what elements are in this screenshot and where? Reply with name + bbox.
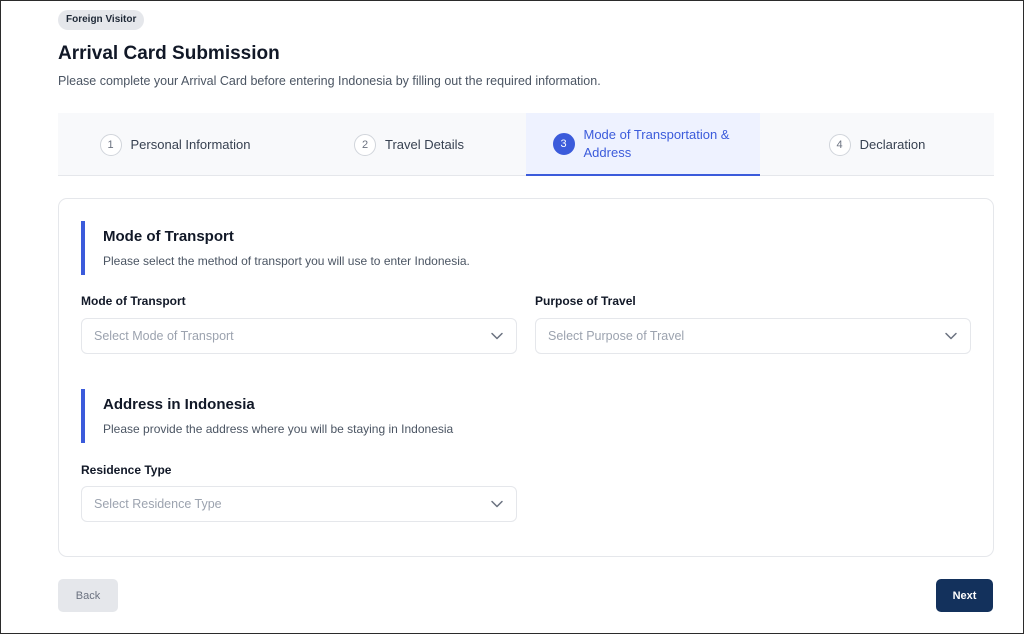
- step-personal-information[interactable]: 1 Personal Information: [58, 113, 292, 176]
- section-title: Address in Indonesia: [103, 396, 255, 413]
- section-description: Please provide the address where you wil…: [103, 422, 454, 436]
- step-declaration[interactable]: 4 Declaration: [760, 113, 994, 176]
- purpose-of-travel-select[interactable]: Select Purpose of Travel: [535, 318, 971, 354]
- next-button[interactable]: Next: [936, 579, 993, 612]
- page-subtitle: Please complete your Arrival Card before…: [58, 74, 601, 88]
- mode-of-transport-label: Mode of Transport: [81, 294, 186, 308]
- step-label: Travel Details: [385, 137, 464, 152]
- section-description: Please select the method of transport yo…: [103, 254, 470, 268]
- step-label: Personal Information: [130, 137, 251, 152]
- visitor-type-badge: Foreign Visitor: [58, 10, 145, 30]
- chevron-down-icon: [490, 497, 504, 511]
- app-window: Foreign Visitor Arrival Card Submission …: [0, 0, 1024, 634]
- purpose-of-travel-label: Purpose of Travel: [535, 294, 636, 308]
- step-label: Declaration: [859, 137, 926, 152]
- residence-type-select[interactable]: Select Residence Type: [81, 486, 517, 522]
- select-placeholder: Select Residence Type: [94, 497, 222, 511]
- step-number: 2: [354, 133, 376, 156]
- back-button[interactable]: Back: [58, 579, 118, 612]
- chevron-down-icon: [490, 329, 504, 343]
- residence-type-label: Residence Type: [81, 463, 172, 477]
- step-mode-of-transportation[interactable]: 3 Mode of Transportation & Address: [526, 113, 760, 176]
- step-travel-details[interactable]: 2 Travel Details: [292, 113, 526, 176]
- select-placeholder: Select Purpose of Travel: [548, 329, 685, 343]
- step-number: 1: [99, 133, 122, 156]
- address-section-header: Address in Indonesia Please provide the …: [81, 389, 453, 443]
- chevron-down-icon: [944, 329, 958, 343]
- step-number: 3: [552, 132, 575, 155]
- section-title: Mode of Transport: [103, 228, 234, 245]
- mode-of-transport-select[interactable]: Select Mode of Transport: [81, 318, 517, 354]
- progress-stepper: 1 Personal Information 2 Travel Details …: [58, 113, 994, 176]
- transport-section-header: Mode of Transport Please select the meth…: [81, 221, 470, 275]
- select-placeholder: Select Mode of Transport: [94, 329, 234, 343]
- step-label: Mode of Transportation & Address: [583, 126, 730, 160]
- page-title: Arrival Card Submission: [58, 43, 280, 64]
- form-card: Mode of Transport Please select the meth…: [58, 198, 994, 557]
- step-number: 4: [828, 133, 851, 156]
